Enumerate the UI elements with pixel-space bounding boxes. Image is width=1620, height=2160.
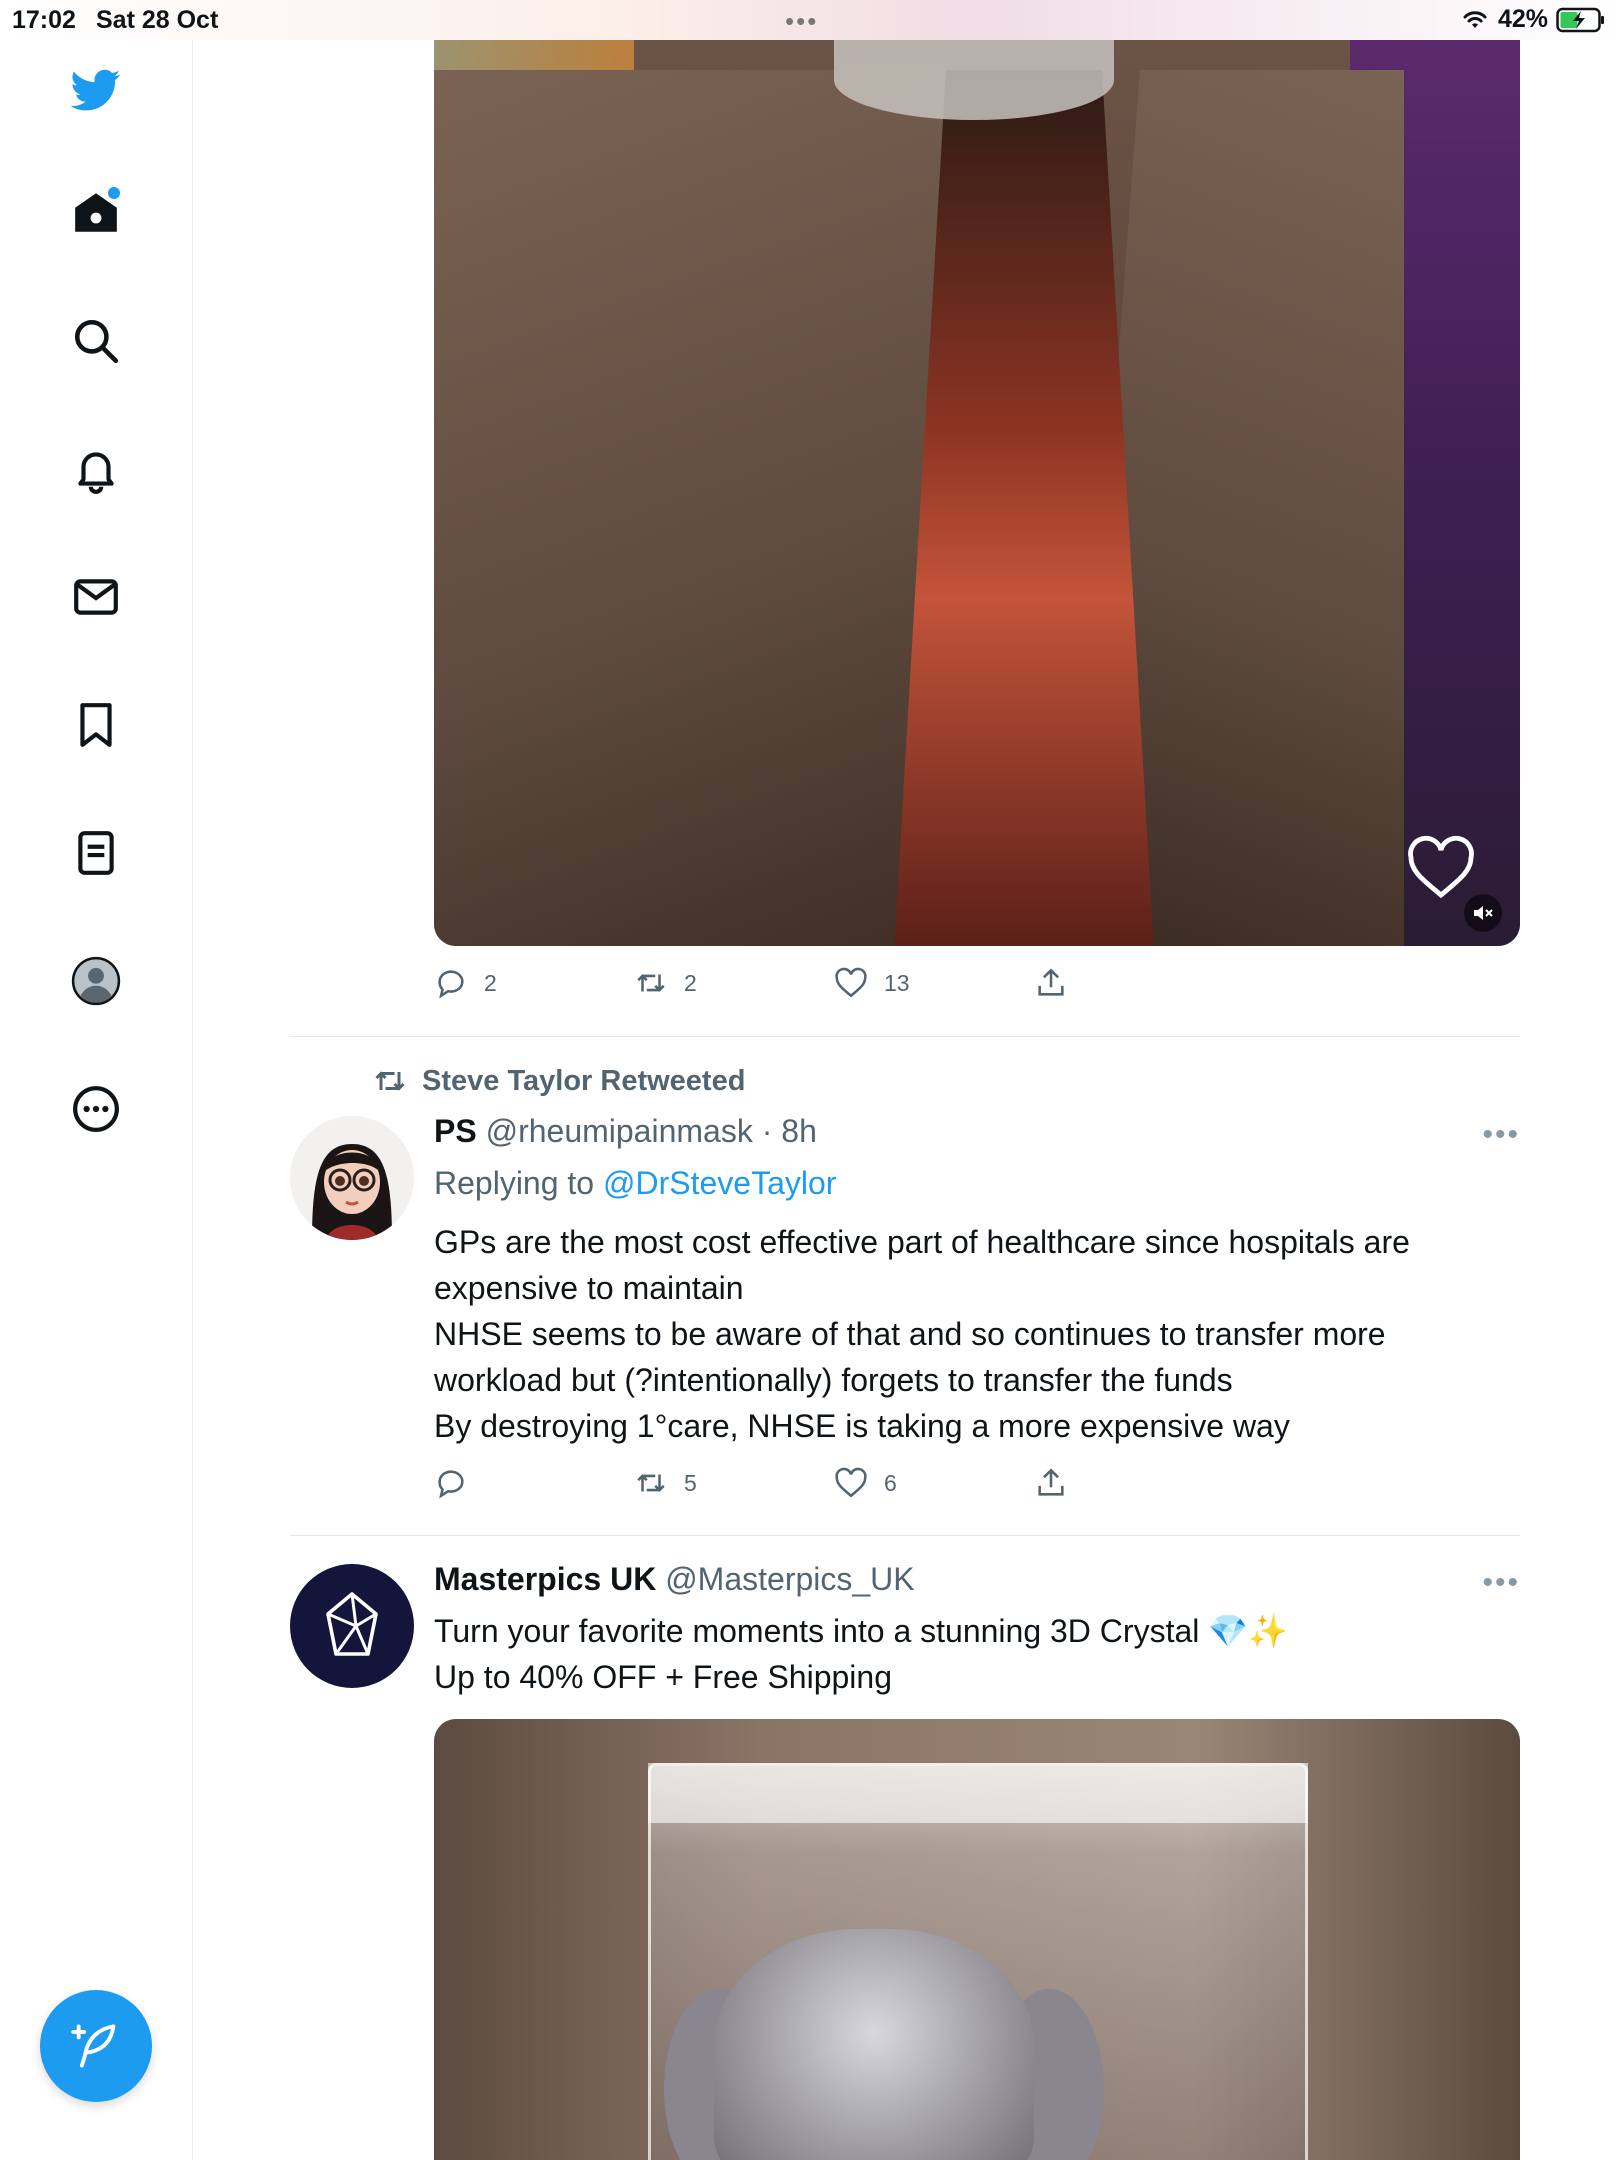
tweet-header: Masterpics UK @Masterpics_UK <box>434 1561 915 1598</box>
like-heart-icon <box>835 1467 867 1498</box>
like-button[interactable]: 6 <box>834 1466 1034 1500</box>
tweet-video[interactable] <box>434 1719 1520 2160</box>
bookmark-icon[interactable] <box>66 695 126 755</box>
reply-icon <box>438 1470 464 1499</box>
search-icon[interactable] <box>66 311 126 371</box>
status-indicators: 42% <box>1460 5 1606 34</box>
author-handle[interactable]: @Masterpics_UK <box>665 1561 914 1597</box>
share-button[interactable] <box>1034 966 1234 1000</box>
wifi-icon <box>1463 10 1487 28</box>
video-heart-icon <box>1404 835 1478 906</box>
multitasking-dots-icon[interactable]: ••• <box>785 6 818 37</box>
retweet-icon <box>375 1071 405 1091</box>
retweet-icon <box>637 1474 665 1492</box>
tweet-actions: 5 6 <box>434 1466 1234 1500</box>
tweet-video[interactable] <box>434 40 1520 946</box>
share-icon <box>1038 968 1064 996</box>
dog-engraving <box>714 1929 1034 2160</box>
tweet-text-line: NHSE seems to be aware of that and so co… <box>434 1316 1386 1352</box>
retweet-count: 5 <box>684 1469 697 1496</box>
home-notification-dot <box>108 187 120 199</box>
status-time: 17:02 <box>12 6 76 34</box>
crystal-top-facet <box>648 1763 1308 1823</box>
tweet-text-line: By destroying 1°care, NHSE is taking a m… <box>434 1408 1290 1444</box>
tweet-text-line: workload but (?intentionally) forgets to… <box>434 1362 1233 1398</box>
replying-to: Replying to @DrSteveTaylor <box>434 1165 836 1202</box>
tweet-header: PS @rheumipainmask · 8h <box>434 1113 817 1150</box>
masterpics-logo-icon <box>326 1592 378 1656</box>
reply-button[interactable]: 2 <box>434 966 634 1000</box>
author-name[interactable]: PS <box>434 1113 477 1149</box>
tweet-more-icon[interactable]: ••• <box>1482 1566 1520 1600</box>
status-bar: 17:02 Sat 28 Oct ••• 42% <box>0 0 1620 40</box>
tweet-text: Turn your favorite moments into a stunni… <box>434 1608 1514 1700</box>
sidebar-nav <box>0 40 193 2160</box>
like-count: 13 <box>884 969 910 996</box>
like-button[interactable]: 13 <box>834 966 1034 1000</box>
compose-tweet-button[interactable] <box>40 1990 152 2102</box>
like-heart-icon <box>835 967 867 998</box>
reply-button[interactable] <box>434 1466 634 1500</box>
replying-to-mention[interactable]: @DrSteveTaylor <box>603 1165 836 1201</box>
battery-charging-icon <box>1556 7 1604 32</box>
status-date: Sat 28 Oct <box>96 6 219 34</box>
retweet-count: 2 <box>684 969 697 996</box>
tweet-actions: 2 2 13 <box>434 966 1234 1000</box>
tweet-text-line: expensive to maintain <box>434 1270 744 1306</box>
retweet-button[interactable]: 5 <box>634 1466 834 1500</box>
video-jacket-left <box>434 70 954 946</box>
mute-toggle-icon[interactable] <box>1464 894 1502 932</box>
share-button[interactable] <box>1034 1466 1234 1500</box>
tweet-text-line: Up to 40% OFF + Free Shipping <box>434 1659 892 1695</box>
retweet-icon <box>637 974 665 992</box>
tweet-text: GPs are the most cost effective part of … <box>434 1219 1514 1449</box>
tweet-divider <box>290 1036 1520 1037</box>
like-count: 6 <box>884 1469 897 1496</box>
messages-envelope-icon[interactable] <box>66 567 126 627</box>
notifications-bell-icon[interactable] <box>66 439 126 499</box>
retweeted-by-label[interactable]: Steve Taylor Retweeted <box>422 1065 745 1098</box>
twitter-logo-icon[interactable] <box>66 60 126 120</box>
author-handle-time[interactable]: @rheumipainmask · 8h <box>486 1113 817 1149</box>
avatar[interactable] <box>290 1564 414 1688</box>
lists-icon[interactable] <box>66 823 126 883</box>
compose-feather-icon <box>71 2024 116 2068</box>
avatar[interactable] <box>290 1116 414 1240</box>
video-beard <box>834 40 1114 120</box>
tweet-divider <box>290 1535 1520 1536</box>
home-icon[interactable] <box>66 183 126 243</box>
tweet-more-icon[interactable]: ••• <box>1482 1118 1520 1152</box>
tweet-text-line: GPs are the most cost effective part of … <box>434 1224 1410 1260</box>
reply-count: 2 <box>484 969 497 996</box>
author-name[interactable]: Masterpics UK <box>434 1561 656 1597</box>
share-icon <box>1038 1468 1064 1496</box>
retweeted-by-line: Steve Taylor Retweeted <box>372 1063 745 1099</box>
battery-percent: 42% <box>1497 5 1548 33</box>
reply-icon <box>438 970 464 999</box>
retweet-button[interactable]: 2 <box>634 966 834 1000</box>
profile-avatar-icon[interactable] <box>66 951 126 1011</box>
more-icon[interactable] <box>66 1079 126 1139</box>
tweet-text-line: Turn your favorite moments into a stunni… <box>434 1613 1288 1649</box>
replying-to-label: Replying to <box>434 1165 595 1201</box>
